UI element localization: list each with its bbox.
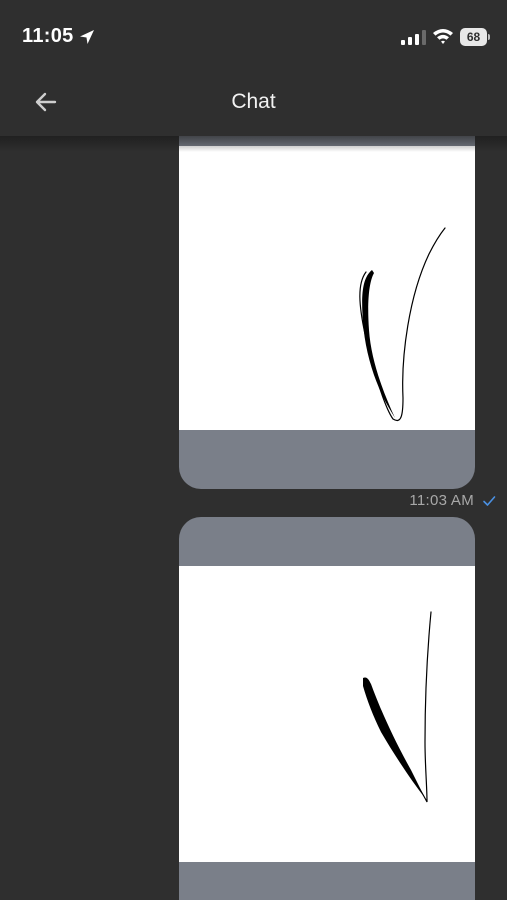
page-title: Chat xyxy=(231,90,276,113)
chat-header: Chat xyxy=(0,70,507,136)
message-meta: 11:03 AM xyxy=(370,492,500,512)
battery-icon: 68 xyxy=(460,28,490,46)
battery-tip xyxy=(488,34,490,40)
status-bar: 11:05 68 xyxy=(0,0,507,70)
check-icon xyxy=(483,496,496,506)
battery-level: 68 xyxy=(460,28,487,46)
signature-image xyxy=(179,566,475,862)
chat-screen: 11:05 68 Chat 11:03 AM xyxy=(0,0,507,900)
message-timestamp: 11:03 AM xyxy=(409,492,474,509)
signature-image xyxy=(179,146,475,430)
header-divider xyxy=(0,136,507,152)
status-time: 11:05 xyxy=(22,25,74,47)
message-list[interactable]: 11:03 AM xyxy=(0,136,507,900)
wifi-icon xyxy=(433,29,453,44)
image-message[interactable] xyxy=(179,517,475,900)
cellular-signal-icon xyxy=(401,30,426,45)
image-message[interactable] xyxy=(179,136,475,489)
location-arrow-icon xyxy=(80,30,94,44)
